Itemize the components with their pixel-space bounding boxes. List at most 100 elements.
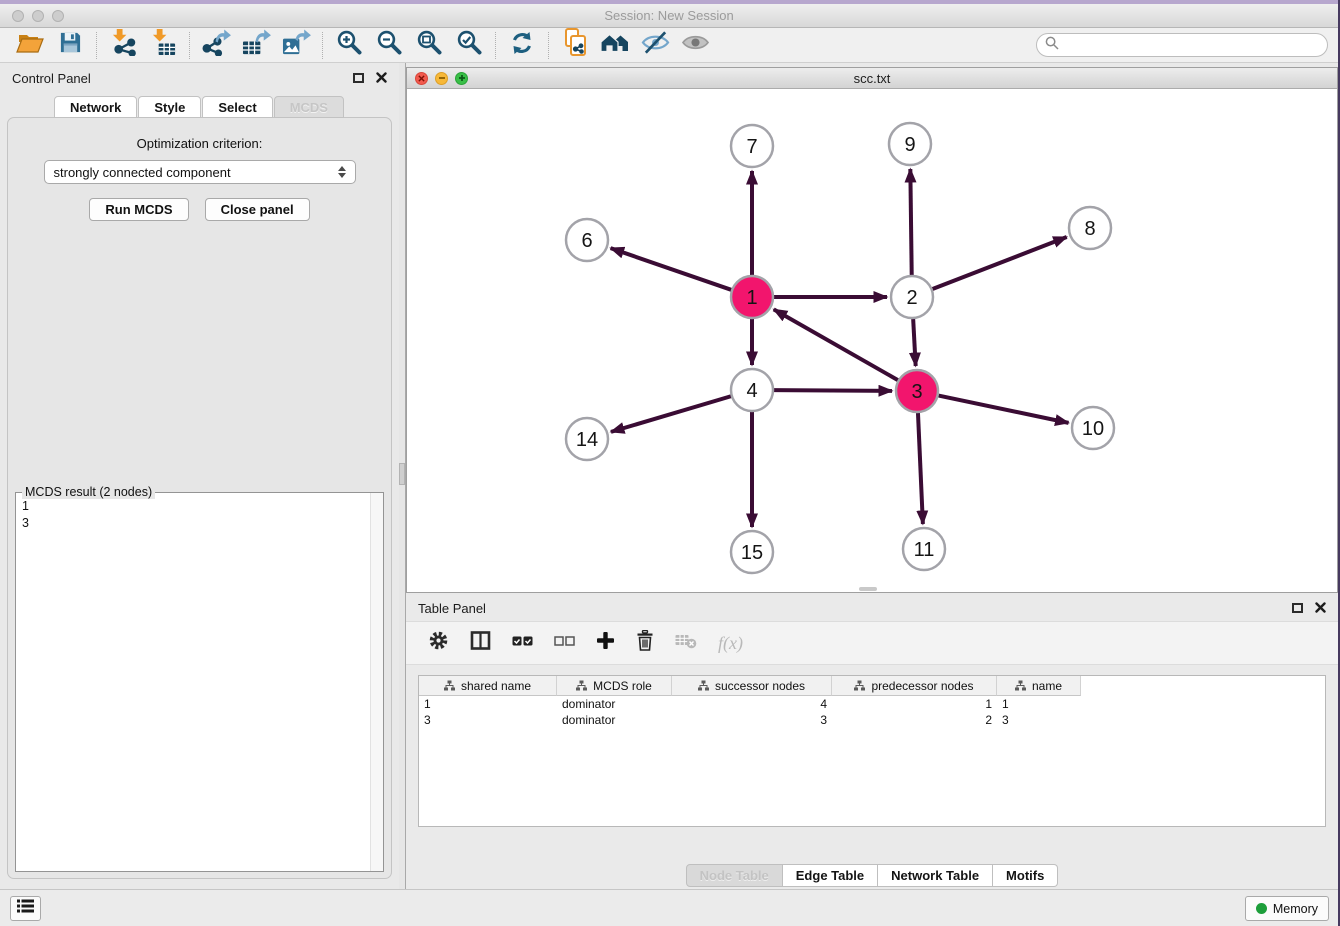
search-input[interactable] (1064, 38, 1319, 53)
window-title: Session: New Session (0, 4, 1338, 27)
tab-node-table[interactable]: Node Table (686, 864, 783, 887)
task-history-button[interactable] (10, 896, 41, 921)
export-network-button[interactable] (196, 30, 236, 61)
zoom-window-button[interactable] (52, 10, 64, 22)
graph-node-8[interactable]: 8 (1069, 207, 1111, 249)
graph-edge-3-1[interactable] (774, 309, 898, 380)
graph-node-15[interactable]: 15 (731, 531, 773, 573)
show-details-icon (681, 30, 710, 60)
graph-edge-2-8[interactable] (933, 237, 1067, 289)
graph-node-4[interactable]: 4 (731, 369, 773, 411)
control-panel: Control Panel NetworkStyleSelectMCDS Opt… (0, 63, 399, 889)
tab-mcds[interactable]: MCDS (274, 96, 344, 118)
optimization-criterion-label: Optimization criterion: (8, 136, 391, 151)
column-header-predecessor-nodes[interactable]: predecessor nodes (832, 676, 997, 696)
column-label: MCDS role (593, 679, 652, 693)
close-table-panel-icon[interactable] (1315, 601, 1326, 616)
tab-network-table[interactable]: Network Table (878, 864, 993, 887)
graph-edge-3-11[interactable] (918, 413, 923, 524)
graph-edge-4-14[interactable] (611, 396, 731, 432)
graph-node-14[interactable]: 14 (566, 418, 608, 460)
network-window-titlebar: scc.txt (407, 68, 1337, 89)
svg-text:9: 9 (904, 134, 915, 156)
search-box[interactable] (1036, 33, 1328, 57)
hide-details-button[interactable] (635, 30, 675, 61)
add-column-button[interactable] (596, 631, 615, 655)
open-session-button[interactable] (10, 30, 50, 61)
close-panel-icon[interactable] (376, 71, 387, 86)
home-button[interactable] (595, 30, 635, 61)
cell: 2 (832, 712, 997, 728)
graph-edge-2-9[interactable] (910, 169, 911, 275)
graph-node-9[interactable]: 9 (889, 123, 931, 165)
minimize-network-button[interactable] (435, 72, 448, 85)
criterion-select[interactable]: strongly connected component (44, 160, 356, 184)
svg-text:11: 11 (914, 539, 935, 561)
maximize-network-button[interactable] (455, 72, 468, 85)
graph-node-6[interactable]: 6 (566, 219, 608, 261)
graph-edge-3-10[interactable] (939, 396, 1069, 423)
cell: 3 (419, 712, 557, 728)
graph-node-1[interactable]: 1 (731, 276, 773, 318)
deselect-all-button[interactable] (554, 634, 575, 653)
close-window-button[interactable] (12, 10, 24, 22)
table-panel-title: Table Panel (418, 601, 486, 616)
tab-edge-table[interactable]: Edge Table (783, 864, 878, 887)
cell: 1 (997, 696, 1081, 712)
columns-button[interactable] (470, 630, 491, 656)
table-row[interactable]: 3dominator323 (419, 712, 1325, 728)
divider-handle[interactable] (399, 463, 405, 485)
export-table-icon (241, 29, 271, 61)
export-table-button[interactable] (236, 30, 276, 61)
column-header-successor-nodes[interactable]: successor nodes (672, 676, 832, 696)
canvas-scrollbar-handle[interactable] (859, 587, 877, 591)
close-network-button[interactable] (415, 72, 428, 85)
column-header-shared-name[interactable]: shared name (419, 676, 557, 696)
column-label: shared name (461, 679, 531, 693)
export-image-button[interactable] (276, 30, 316, 61)
network-canvas[interactable]: 7 9 6 8 1 2 4 3 14 10 15 11 (407, 89, 1337, 592)
tab-style[interactable]: Style (138, 96, 201, 118)
close-panel-button[interactable]: Close panel (205, 198, 310, 221)
table-tabs: Node TableEdge TableNetwork TableMotifs (406, 864, 1338, 887)
table-row[interactable]: 1dominator411 (419, 696, 1325, 712)
graph-edge-4-3[interactable] (774, 390, 892, 391)
refresh-view-button[interactable] (502, 30, 542, 61)
graph-node-10[interactable]: 10 (1072, 407, 1114, 449)
import-table-button[interactable] (143, 30, 183, 61)
run-mcds-button[interactable]: Run MCDS (89, 198, 188, 221)
graph-node-3[interactable]: 3 (896, 370, 938, 412)
result-scrollbar[interactable] (370, 493, 383, 871)
save-session-button[interactable] (50, 30, 90, 61)
graph-edge-2-3[interactable] (913, 319, 916, 366)
float-panel-icon[interactable] (353, 73, 364, 83)
svg-text:14: 14 (576, 429, 598, 451)
memory-button[interactable]: Memory (1245, 896, 1329, 921)
column-header-MCDS-role[interactable]: MCDS role (557, 676, 672, 696)
column-header-name[interactable]: name (997, 676, 1081, 696)
graph-node-11[interactable]: 11 (903, 528, 945, 570)
copy-network-button[interactable] (555, 30, 595, 61)
minimize-window-button[interactable] (32, 10, 44, 22)
zoom-out-button[interactable] (369, 30, 409, 61)
zoom-selected-button[interactable] (449, 30, 489, 61)
import-network-button[interactable] (103, 30, 143, 61)
mcds-result-list[interactable]: 13 (16, 493, 383, 871)
graph-node-7[interactable]: 7 (731, 125, 773, 167)
graph-node-2[interactable]: 2 (891, 276, 933, 318)
svg-text:10: 10 (1082, 418, 1104, 440)
delete-column-button[interactable] (636, 630, 654, 656)
zoom-in-button[interactable] (329, 30, 369, 61)
select-all-button[interactable] (512, 634, 533, 653)
window-controls (12, 10, 64, 22)
panel-divider[interactable] (399, 63, 406, 889)
tab-motifs[interactable]: Motifs (993, 864, 1058, 887)
show-details-button[interactable] (675, 30, 715, 61)
graph-edge-1-6[interactable] (611, 248, 732, 290)
float-table-panel-icon[interactable] (1292, 603, 1303, 613)
list-icon (17, 899, 34, 918)
tab-network[interactable]: Network (54, 96, 137, 118)
tab-select[interactable]: Select (202, 96, 272, 118)
gear-button[interactable] (428, 630, 449, 656)
zoom-fit-button[interactable] (409, 30, 449, 61)
